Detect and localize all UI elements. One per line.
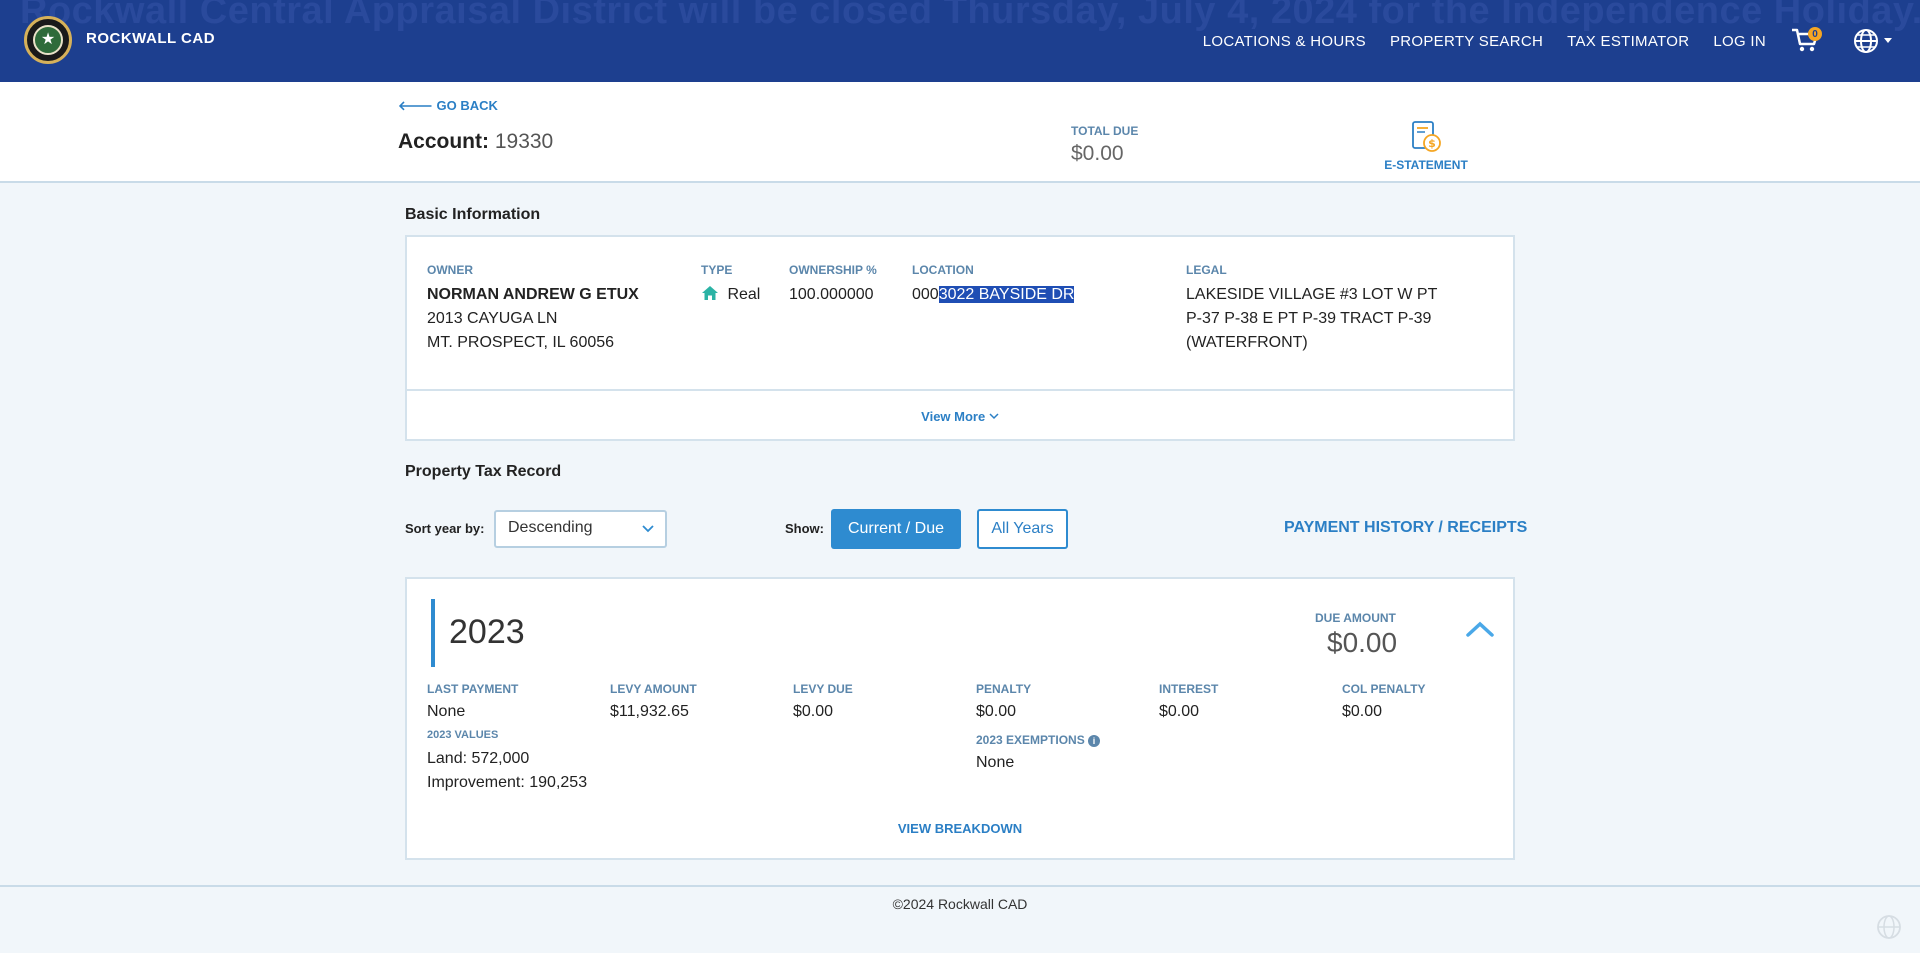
last-payment-value: None (427, 703, 466, 720)
nav-property-search[interactable]: PROPERTY SEARCH (1390, 33, 1543, 50)
improvement-value: Improvement: 190,253 (427, 774, 588, 791)
tax-year-card: 2023 DUE AMOUNT $0.00 LAST PAYMENT None … (405, 577, 1515, 860)
show-label: Show: (785, 521, 824, 536)
language-selector[interactable] (1852, 27, 1892, 55)
account-number: 19330 (494, 130, 554, 153)
current-due-button[interactable]: Current / Due (831, 509, 961, 549)
account-heading: Account: 19330 (398, 130, 553, 154)
divider (407, 389, 1513, 391)
main-nav: LOCATIONS & HOURS PROPERTY SEARCH TAX ES… (1203, 0, 1920, 82)
legal-label: LEGAL (1186, 263, 1227, 277)
total-due-value: $0.00 (1071, 142, 1124, 165)
location-value: 0003022 BAYSIDE DR (912, 283, 1075, 307)
owner-label: OWNER (427, 263, 473, 277)
interest-value: $0.00 (1159, 703, 1200, 720)
cart-count-badge: 0 (1808, 27, 1822, 41)
total-due-label: TOTAL DUE (1071, 124, 1139, 138)
type-label: TYPE (701, 263, 733, 277)
ownership-value: 100.000000 (789, 286, 874, 303)
info-icon[interactable]: i (1088, 735, 1101, 747)
type-value-wrap: Real (701, 283, 760, 307)
due-amount-value: $0.00 (1327, 627, 1398, 658)
values-label: 2023 VALUES (427, 729, 499, 741)
col-penalty-label: COL PENALTY (1342, 682, 1426, 696)
basic-info-card: OWNER NORMAN ANDREW G ETUX 2013 CAYUGA L… (405, 235, 1515, 441)
rockwall-cad-logo[interactable]: ★ (24, 16, 72, 64)
account-label: Account: (398, 130, 489, 153)
view-more-button[interactable]: View More (407, 409, 1513, 424)
payment-history-link[interactable]: PAYMENT HISTORY / RECEIPTS (1284, 519, 1527, 537)
cart-button[interactable]: 0 (1790, 25, 1822, 57)
globe-icon (1854, 29, 1878, 53)
basic-info-title: Basic Information (405, 206, 541, 223)
account-bar: 🡐 GO BACK Account: 19330 TOTAL DUE $0.00… (0, 82, 1920, 183)
col-penalty-value: $0.00 (1342, 703, 1383, 720)
view-breakdown-button[interactable]: VIEW BREAKDOWN (407, 821, 1513, 836)
owner-address-line1: 2013 CAYUGA LN (427, 310, 558, 327)
owner-name: NORMAN ANDREW G ETUX (427, 286, 639, 303)
sort-year-label: Sort year by: (405, 521, 485, 536)
land-value: Land: 572,000 (427, 750, 530, 767)
exemptions-label: 2023 EXEMPTIONS (976, 733, 1085, 747)
caret-down-icon (1884, 38, 1892, 43)
star-icon: ★ (33, 25, 63, 55)
last-payment-label: LAST PAYMENT (427, 682, 519, 696)
chevron-down-icon (642, 525, 654, 533)
legal-line1: LAKESIDE VILLAGE #3 LOT W PT (1186, 286, 1438, 303)
nav-tax-estimator[interactable]: TAX ESTIMATOR (1567, 33, 1689, 50)
levy-amount-label: LEVY AMOUNT (610, 682, 697, 696)
levy-amount-value: $11,932.65 (610, 703, 689, 720)
all-years-button[interactable]: All Years (977, 509, 1068, 549)
sort-year-select[interactable]: Descending (494, 510, 667, 548)
owner-address-line2: MT. PROSPECT, IL 60056 (427, 334, 615, 351)
levy-due-value: $0.00 (793, 703, 834, 720)
brand-name[interactable]: ROCKWALL CAD (86, 30, 215, 47)
tax-year: 2023 (449, 613, 525, 651)
e-statement-label: E-STATEMENT (1384, 158, 1468, 172)
location-label: LOCATION (912, 263, 974, 277)
location-selected-text: 3022 BAYSIDE DR (938, 286, 1075, 303)
e-statement-button[interactable]: $ E-STATEMENT (1378, 120, 1474, 172)
penalty-value: $0.00 (976, 703, 1017, 720)
globe-icon (1877, 915, 1901, 939)
footer-copyright: ©2024 Rockwall CAD (892, 896, 1028, 912)
levy-due-label: LEVY DUE (793, 682, 853, 696)
chevron-down-icon (989, 413, 999, 420)
penalty-label: PENALTY (976, 682, 1032, 696)
svg-text:$: $ (1428, 137, 1436, 150)
go-back-label: GO BACK (436, 98, 498, 113)
chevron-up-icon[interactable] (1465, 619, 1495, 639)
type-value: Real (727, 286, 761, 303)
due-amount-label: DUE AMOUNT (1315, 611, 1396, 625)
location-prefix: 000 (912, 286, 939, 303)
ownership-label: OWNERSHIP % (789, 263, 877, 277)
legal-line3: (WATERFRONT) (1186, 334, 1308, 351)
top-header: Rockwall Central Appraisal District will… (0, 0, 1920, 82)
document-dollar-icon: $ (1412, 121, 1441, 152)
tax-record-title: Property Tax Record (405, 463, 562, 480)
view-more-label: View More (921, 409, 986, 424)
arrow-left-icon: 🡐 (398, 98, 433, 113)
year-accent-bar (431, 599, 435, 667)
interest-label: INTEREST (1159, 682, 1219, 696)
footer-divider (0, 885, 1920, 887)
legal-line2: P-37 P-38 E PT P-39 TRACT P-39 (1186, 310, 1432, 327)
exemptions-value: None (976, 754, 1015, 771)
sort-year-value: Descending (508, 519, 593, 536)
go-back-link[interactable]: 🡐 GO BACK (398, 98, 498, 114)
nav-locations-hours[interactable]: LOCATIONS & HOURS (1203, 33, 1366, 50)
nav-log-in[interactable]: LOG IN (1713, 33, 1766, 50)
home-icon (701, 286, 723, 303)
translate-widget[interactable] (1876, 914, 1902, 945)
exemptions-label-wrap: 2023 EXEMPTIONS i (976, 733, 1101, 747)
